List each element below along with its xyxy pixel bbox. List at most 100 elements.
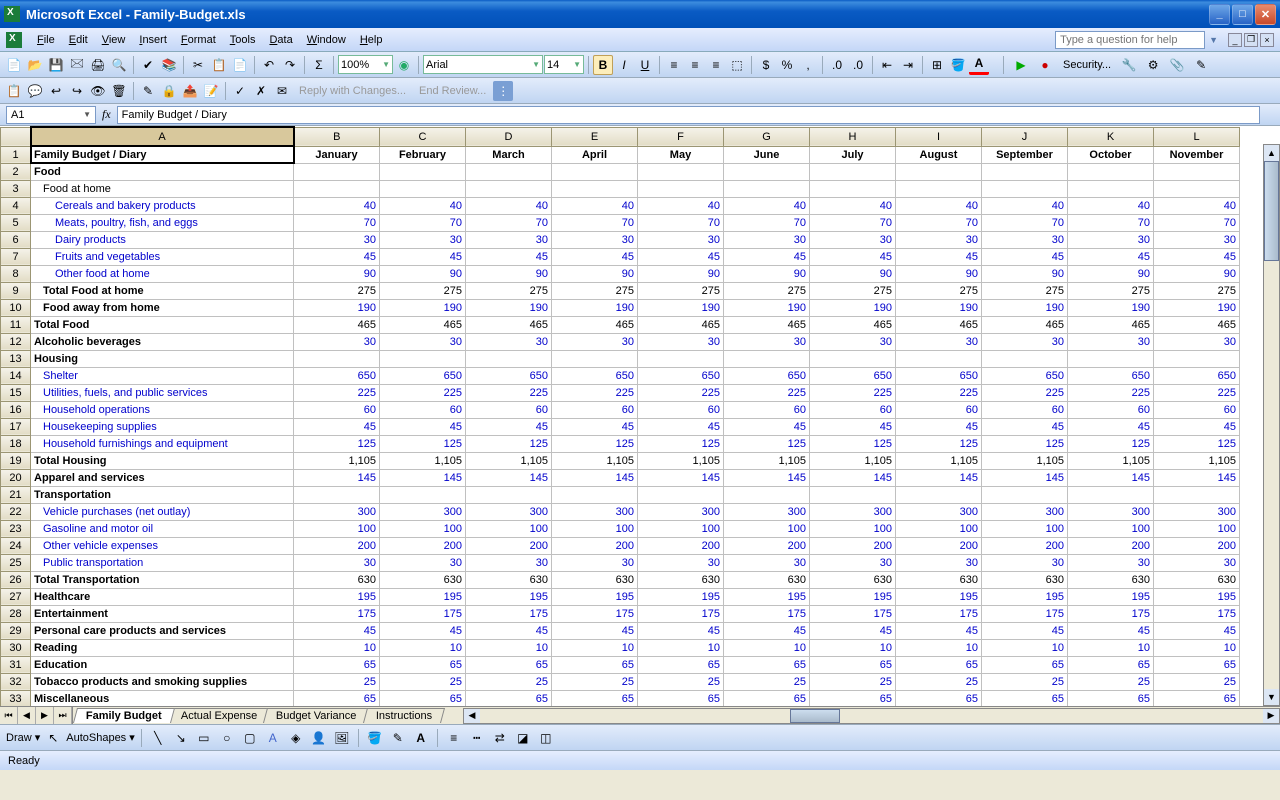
cell-J17[interactable]: 45 — [982, 418, 1068, 435]
cell-F26[interactable]: 630 — [638, 571, 724, 588]
draw-menu[interactable]: Draw ▾ — [6, 731, 40, 744]
cell-K5[interactable]: 70 — [1068, 214, 1154, 231]
cell-C15[interactable]: 225 — [380, 384, 466, 401]
autosum-icon[interactable]: Σ — [309, 55, 329, 75]
row-header-12[interactable]: 12 — [1, 333, 31, 350]
cell-H7[interactable]: 45 — [810, 248, 896, 265]
cell-I14[interactable]: 650 — [896, 367, 982, 384]
cell-J13[interactable] — [982, 350, 1068, 367]
cell-E30[interactable]: 10 — [552, 639, 638, 656]
cell-A13[interactable]: Housing — [31, 350, 294, 367]
tab-next-icon[interactable]: ▶ — [36, 707, 54, 724]
ink-icon[interactable]: ✎ — [138, 81, 158, 101]
cell-G25[interactable]: 30 — [724, 554, 810, 571]
cell-F33[interactable]: 65 — [638, 690, 724, 706]
security-tool4-icon[interactable]: ✎ — [1191, 55, 1211, 75]
cell-D29[interactable]: 45 — [466, 622, 552, 639]
cell-C10[interactable]: 190 — [380, 299, 466, 316]
cell-D18[interactable]: 125 — [466, 435, 552, 452]
cell-L7[interactable]: 45 — [1154, 248, 1240, 265]
cell-G24[interactable]: 200 — [724, 537, 810, 554]
cell-B14[interactable]: 650 — [294, 367, 380, 384]
line-style-icon[interactable]: ≡ — [444, 728, 464, 748]
cell-I25[interactable]: 30 — [896, 554, 982, 571]
row-header-6[interactable]: 6 — [1, 231, 31, 248]
cell-G16[interactable]: 60 — [724, 401, 810, 418]
cell-J6[interactable]: 30 — [982, 231, 1068, 248]
cell-C24[interactable]: 200 — [380, 537, 466, 554]
cell-G33[interactable]: 65 — [724, 690, 810, 706]
row-header-30[interactable]: 30 — [1, 639, 31, 656]
row-header-16[interactable]: 16 — [1, 401, 31, 418]
cell-H12[interactable]: 30 — [810, 333, 896, 350]
cell-G22[interactable]: 300 — [724, 503, 810, 520]
cell-B22[interactable]: 300 — [294, 503, 380, 520]
cell-I33[interactable]: 65 — [896, 690, 982, 706]
cell-L13[interactable] — [1154, 350, 1240, 367]
cell-H31[interactable]: 65 — [810, 656, 896, 673]
cell-A32[interactable]: Tobacco products and smoking supplies — [31, 673, 294, 690]
cell-J22[interactable]: 300 — [982, 503, 1068, 520]
cell-H4[interactable]: 40 — [810, 197, 896, 214]
help-dropdown-icon[interactable]: ▼ — [1209, 35, 1218, 45]
mail-icon[interactable]: ✉ — [272, 81, 292, 101]
show-changes-icon[interactable]: 📋 — [4, 81, 24, 101]
cell-E31[interactable]: 65 — [552, 656, 638, 673]
cell-K30[interactable]: 10 — [1068, 639, 1154, 656]
cell-L28[interactable]: 175 — [1154, 605, 1240, 622]
cell-H2[interactable] — [810, 163, 896, 180]
diagram-icon[interactable]: ◈ — [286, 728, 306, 748]
cell-H19[interactable]: 1,105 — [810, 452, 896, 469]
row-header-20[interactable]: 20 — [1, 469, 31, 486]
cell-E12[interactable]: 30 — [552, 333, 638, 350]
cell-C13[interactable] — [380, 350, 466, 367]
cell-E8[interactable]: 90 — [552, 265, 638, 282]
help-icon[interactable]: ◉ — [394, 55, 414, 75]
cell-B15[interactable]: 225 — [294, 384, 380, 401]
menu-window[interactable]: Window — [300, 31, 353, 49]
cell-G5[interactable]: 70 — [724, 214, 810, 231]
cell-K18[interactable]: 125 — [1068, 435, 1154, 452]
row-header-17[interactable]: 17 — [1, 418, 31, 435]
oval-icon[interactable]: ○ — [217, 728, 237, 748]
cut-icon[interactable]: ✂ — [188, 55, 208, 75]
fill-color-icon[interactable]: 🪣 — [948, 55, 968, 75]
track-icon[interactable]: 📝 — [201, 81, 221, 101]
cell-A14[interactable]: Shelter — [31, 367, 294, 384]
cell-E9[interactable]: 275 — [552, 282, 638, 299]
cell-B11[interactable]: 465 — [294, 316, 380, 333]
cell-D30[interactable]: 10 — [466, 639, 552, 656]
col-header-C[interactable]: C — [380, 127, 466, 146]
row-header-23[interactable]: 23 — [1, 520, 31, 537]
col-header-G[interactable]: G — [724, 127, 810, 146]
cell-B20[interactable]: 145 — [294, 469, 380, 486]
cell-F15[interactable]: 225 — [638, 384, 724, 401]
cell-L3[interactable] — [1154, 180, 1240, 197]
cell-L10[interactable]: 190 — [1154, 299, 1240, 316]
select-objects-icon[interactable]: ↖ — [43, 728, 63, 748]
cell-J2[interactable] — [982, 163, 1068, 180]
cell-K26[interactable]: 630 — [1068, 571, 1154, 588]
cell-D7[interactable]: 45 — [466, 248, 552, 265]
cell-K17[interactable]: 45 — [1068, 418, 1154, 435]
col-header-K[interactable]: K — [1068, 127, 1154, 146]
cell-K33[interactable]: 65 — [1068, 690, 1154, 706]
col-header-A[interactable]: A — [31, 127, 294, 146]
cell-A8[interactable]: Other food at home — [31, 265, 294, 282]
currency-icon[interactable]: $ — [756, 55, 776, 75]
merge-icon[interactable]: ⬚ — [727, 55, 747, 75]
cell-J5[interactable]: 70 — [982, 214, 1068, 231]
cell-L22[interactable]: 300 — [1154, 503, 1240, 520]
cell-B31[interactable]: 65 — [294, 656, 380, 673]
col-header-E[interactable]: E — [552, 127, 638, 146]
cell-D28[interactable]: 175 — [466, 605, 552, 622]
cell-G8[interactable]: 90 — [724, 265, 810, 282]
cell-F31[interactable]: 65 — [638, 656, 724, 673]
cell-K20[interactable]: 145 — [1068, 469, 1154, 486]
sheet-tab-family-budget[interactable]: Family Budget — [73, 708, 175, 723]
cell-I5[interactable]: 70 — [896, 214, 982, 231]
underline-icon[interactable]: U — [635, 55, 655, 75]
cell-I26[interactable]: 630 — [896, 571, 982, 588]
excel-doc-icon[interactable] — [6, 32, 22, 48]
cell-I16[interactable]: 60 — [896, 401, 982, 418]
